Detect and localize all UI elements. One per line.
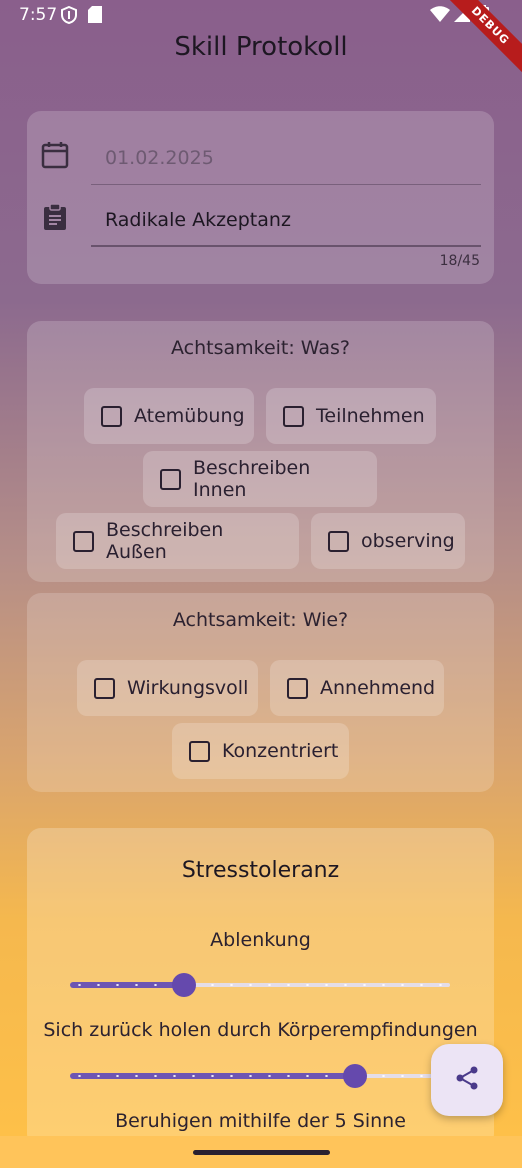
home-gesture-handle[interactable] [193, 1150, 330, 1155]
slider-label-5-sinne: Beruhigen mithilfe der 5 Sinne [115, 1110, 406, 1132]
chip-konzentriert[interactable]: Konzentriert [172, 723, 349, 779]
chip-beschreiben-innen[interactable]: Beschreiben Innen [143, 451, 377, 507]
date-field[interactable]: 01.02.2025 [41, 141, 481, 181]
wifi-icon [430, 6, 450, 27]
slider-ticks [70, 984, 450, 986]
checkbox[interactable] [73, 530, 94, 552]
share-icon [454, 1065, 480, 1095]
skill-underline [91, 245, 481, 247]
status-time: 7:57 [19, 5, 58, 25]
chip-atemuebung[interactable]: Atemübung [84, 388, 254, 444]
shield-icon [61, 5, 77, 29]
checkbox[interactable] [287, 677, 308, 699]
checkbox[interactable] [189, 740, 210, 762]
slider-koerperempfindungen[interactable] [70, 1064, 450, 1088]
calendar-icon [41, 141, 69, 169]
chip-label: Annehmend [320, 677, 436, 699]
checkbox[interactable] [160, 468, 181, 490]
chip-label: Teilnehmen [316, 405, 425, 427]
chip-observing[interactable]: observing [311, 513, 465, 569]
section-title-stresstoleranz: Stresstoleranz [181, 858, 340, 883]
section-title-was: Achtsamkeit: Was? [170, 337, 351, 359]
skill-input[interactable]: Radikale Akzeptanz [105, 209, 291, 231]
date-underline [91, 184, 481, 185]
stresstoleranz-card: Stresstoleranz Ablenkung Sich zurück hol… [27, 828, 494, 1148]
achtsamkeit-was-card: Achtsamkeit: Was? Atemübung Teilnehmen B… [27, 321, 494, 582]
slider-ablenkung[interactable] [70, 973, 450, 997]
chip-label: Atemübung [134, 405, 245, 427]
slider-thumb[interactable] [172, 973, 196, 997]
status-bar: 7:57 [0, 0, 522, 30]
chip-label: observing [361, 530, 455, 552]
clipboard-icon [41, 203, 69, 231]
entry-card: 01.02.2025 Radikale Akzeptanz 18/45 [27, 111, 494, 284]
slider-label-koerperempfindungen: Sich zurück holen durch Körperempfindung… [43, 1019, 478, 1041]
page-title: Skill Protokoll [174, 32, 348, 62]
chip-annehmend[interactable]: Annehmend [270, 660, 444, 716]
chip-teilnehmen[interactable]: Teilnehmen [266, 388, 436, 444]
chip-label: Wirkungsvoll [127, 677, 249, 699]
share-button[interactable] [431, 1044, 503, 1116]
char-counter: 18/45 [439, 253, 480, 269]
checkbox[interactable] [328, 530, 349, 552]
slider-thumb[interactable] [343, 1064, 367, 1088]
checkbox[interactable] [283, 405, 304, 427]
checkbox[interactable] [94, 677, 115, 699]
slider-label-ablenkung: Ablenkung [210, 929, 311, 951]
chip-label: Beschreiben Innen [193, 457, 311, 501]
checkbox[interactable] [101, 405, 122, 427]
achtsamkeit-wie-card: Achtsamkeit: Wie? Wirkungsvoll Annehmend… [27, 593, 494, 792]
sd-card-icon [88, 6, 102, 28]
date-input[interactable]: 01.02.2025 [105, 147, 214, 169]
chip-label: Konzentriert [222, 740, 339, 762]
chip-label: Beschreiben Außen [106, 519, 224, 563]
chip-wirkungsvoll[interactable]: Wirkungsvoll [77, 660, 258, 716]
slider-ticks [70, 1075, 450, 1077]
section-title-wie: Achtsamkeit: Wie? [172, 609, 349, 631]
skill-field[interactable]: Radikale Akzeptanz [41, 203, 481, 243]
chip-beschreiben-aussen[interactable]: Beschreiben Außen [56, 513, 299, 569]
